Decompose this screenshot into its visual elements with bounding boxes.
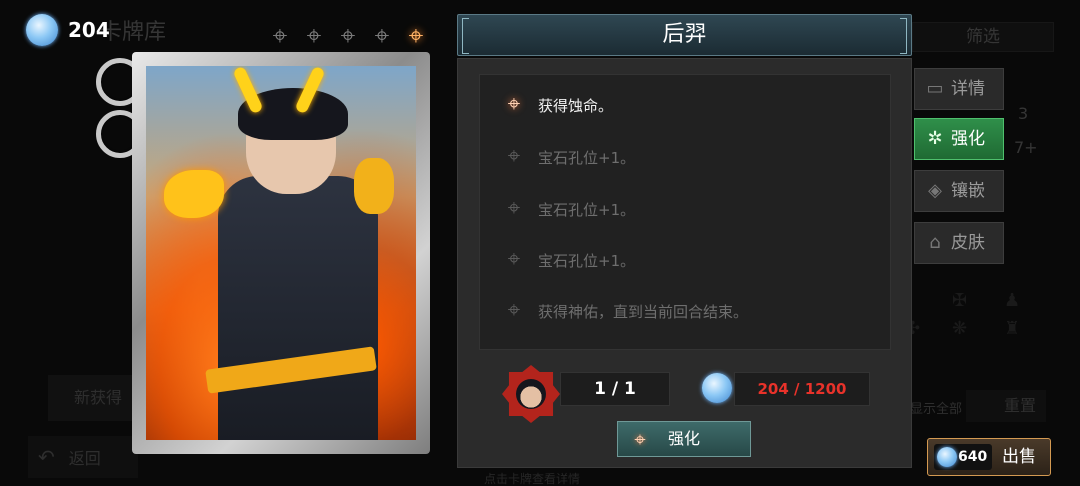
sell-price-value: 640 xyxy=(958,449,988,465)
side-tab-label: 镶嵌 xyxy=(951,181,985,201)
character-card xyxy=(132,52,430,454)
star-rating: ⌖ ⌖ ⌖ ⌖ ⌖ xyxy=(266,22,430,50)
star-icon: ⌖ xyxy=(306,21,322,51)
gem-counter: 204 xyxy=(26,14,110,46)
side-tab-enhance[interactable]: ✲ 强化 xyxy=(914,118,1004,160)
bottom-hint: 点击卡牌查看详情 xyxy=(484,472,581,486)
bg-icon: ♜ xyxy=(1004,318,1021,339)
card-level: 1 / 1 xyxy=(560,372,670,406)
card-name-header: 后羿 xyxy=(457,14,912,56)
ability-item: ⌖ 宝石孔位+1。 xyxy=(502,248,635,272)
star-icon: ⌖ xyxy=(340,21,356,51)
side-tab-inlay[interactable]: ◈ 镶嵌 xyxy=(914,170,1004,212)
crosshair-icon: ⌖ xyxy=(507,92,521,117)
sell-button[interactable]: 640 出售 xyxy=(927,438,1051,476)
bg-number: 3 xyxy=(1018,104,1029,123)
ability-text: 宝石孔位+1。 xyxy=(538,251,636,270)
ability-text: 宝石孔位+1。 xyxy=(538,200,636,219)
ability-text: 宝石孔位+1。 xyxy=(538,148,636,167)
character-artwork xyxy=(146,66,416,440)
ability-item: ⌖ 获得蚀命。 xyxy=(502,93,613,117)
star-icon: ⌖ xyxy=(272,21,288,51)
hanger-icon: ⌂ xyxy=(929,232,941,253)
ability-list: ⌖ 获得蚀命。 ⌖ 宝石孔位+1。 ⌖ 宝石孔位+1。 ⌖ 宝石孔位+1。 ⌖ … xyxy=(479,74,891,350)
ability-text: 获得神佑，直到当前回合结束。 xyxy=(538,302,749,321)
back-arrow-icon: ↶ xyxy=(38,445,55,469)
back-label: 返回 xyxy=(68,449,101,468)
upgrade-cost: 204 / 1200 xyxy=(734,372,870,406)
bg-icon: ❋ xyxy=(952,318,968,339)
gem-icon xyxy=(702,373,732,403)
library-title: 卡牌库 xyxy=(100,20,167,45)
crosshair-icon: ⌖ xyxy=(634,427,646,451)
artwork-armor xyxy=(354,158,394,214)
side-tab-details[interactable]: ▭ 详情 xyxy=(914,68,1004,110)
crosshair-icon: ⌖ xyxy=(507,144,521,169)
sell-label: 出售 xyxy=(1002,447,1036,467)
reset-button[interactable]: 重置 xyxy=(966,390,1046,422)
gem-icon xyxy=(937,447,957,467)
gem-count: 204 xyxy=(68,18,110,42)
artwork-figure xyxy=(218,176,378,440)
enhance-button-label: 强化 xyxy=(667,429,700,448)
side-tab-label: 皮肤 xyxy=(951,233,985,253)
portrait-face xyxy=(516,379,546,409)
side-tab-label: 详情 xyxy=(951,79,985,99)
show-all-toggle[interactable]: 显示全部 xyxy=(910,398,962,417)
star-icon-active: ⌖ xyxy=(408,21,424,51)
side-tab-skin[interactable]: ⌂ 皮肤 xyxy=(914,222,1004,264)
back-button[interactable]: ↶ 返回 xyxy=(28,436,138,478)
gem-icon xyxy=(26,14,58,46)
artwork-hand xyxy=(164,170,224,218)
bg-icon: ✠ xyxy=(952,290,968,311)
crosshair-icon: ⌖ xyxy=(507,196,521,221)
character-portrait-icon xyxy=(502,365,560,423)
gem-socket-icon: ◈ xyxy=(928,180,942,201)
ability-text: 获得蚀命。 xyxy=(538,96,614,115)
ability-item: ⌖ 获得神佑，直到当前回合结束。 xyxy=(502,299,748,323)
bg-number: 7+ xyxy=(1014,138,1038,157)
card-icon: ▭ xyxy=(926,78,944,99)
ability-item: ⌖ 宝石孔位+1。 xyxy=(502,197,635,221)
sparkle-icon: ✲ xyxy=(927,128,943,149)
sell-price: 640 xyxy=(934,444,992,470)
crosshair-icon: ⌖ xyxy=(507,298,521,323)
filter-button[interactable]: 筛选 xyxy=(912,22,1054,52)
enhance-button[interactable]: ⌖ 强化 xyxy=(617,421,751,457)
enhance-panel: ⌖ 获得蚀命。 ⌖ 宝石孔位+1。 ⌖ 宝石孔位+1。 ⌖ 宝石孔位+1。 ⌖ … xyxy=(457,58,912,468)
ability-item: ⌖ 宝石孔位+1。 xyxy=(502,145,635,169)
crosshair-icon: ⌖ xyxy=(507,247,521,272)
star-icon: ⌖ xyxy=(374,21,390,51)
bg-icon: ♟ xyxy=(1004,290,1021,311)
side-tab-label: 强化 xyxy=(951,129,985,149)
